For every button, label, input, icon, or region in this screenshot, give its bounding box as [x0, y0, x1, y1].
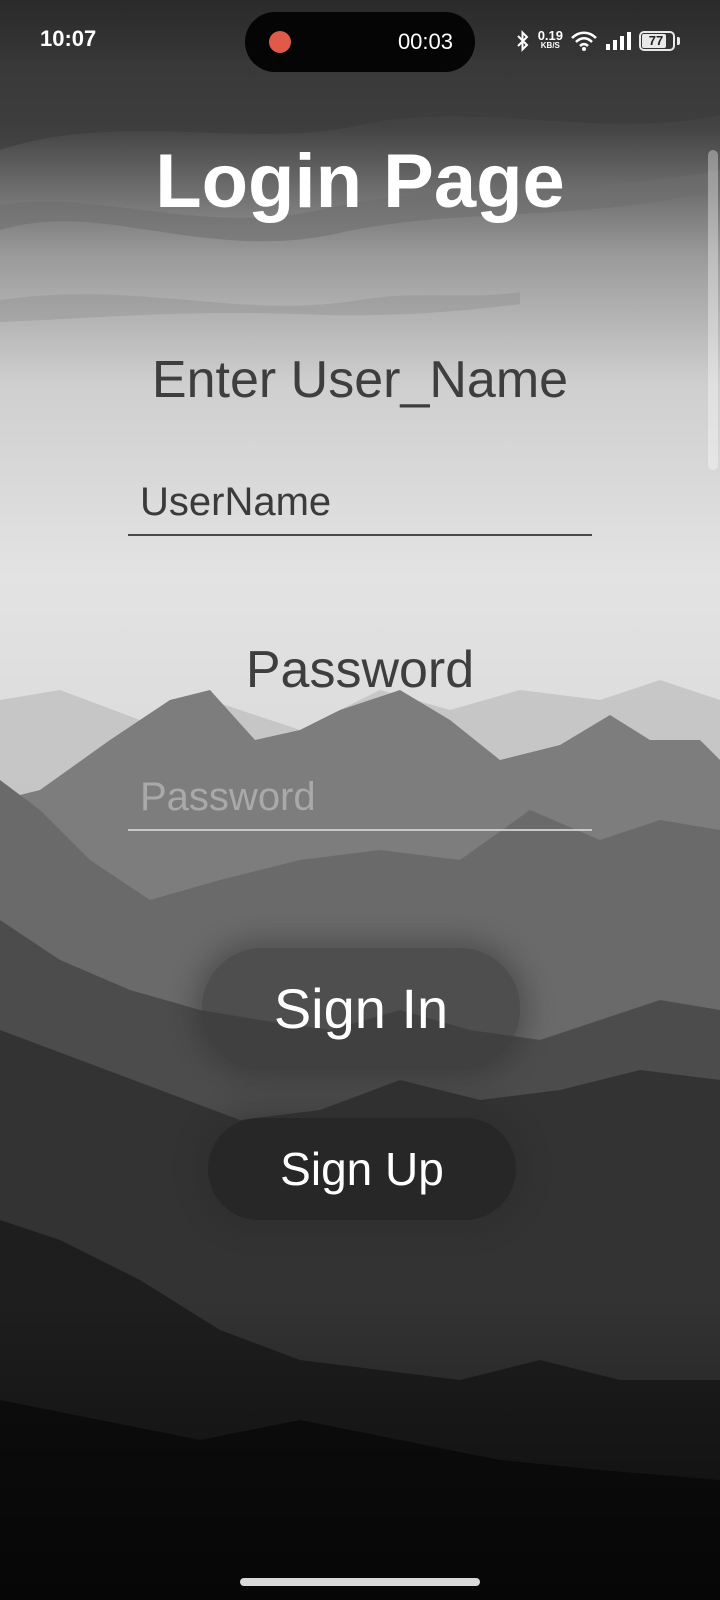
- status-time: 10:07: [40, 26, 97, 51]
- network-speed-value: 0.19: [537, 28, 563, 43]
- password-input[interactable]: Password: [128, 765, 592, 831]
- status-bar: 10:07 00:03 0.19 KB/S 77: [0, 0, 720, 84]
- bluetooth-icon: [516, 30, 529, 52]
- wifi-icon: [571, 31, 597, 51]
- page-title: Login Page: [155, 139, 565, 224]
- sign-up-button[interactable]: Sign Up: [208, 1118, 516, 1220]
- battery-cap: [677, 37, 680, 45]
- recording-dot-icon: [269, 31, 291, 53]
- password-label: Password: [245, 641, 475, 699]
- screen-recording-island[interactable]: 00:03: [245, 12, 475, 72]
- battery-level: 77: [648, 33, 664, 48]
- username-input[interactable]: UserName: [128, 470, 592, 536]
- network-speed: 0.19 KB/S: [537, 28, 563, 51]
- status-icons: 0.19 KB/S 77: [516, 26, 680, 56]
- username-label: Enter User_Name: [151, 351, 569, 409]
- battery-icon: 77: [639, 31, 675, 51]
- signal-icon: [606, 32, 631, 50]
- login-screen: 10:07 00:03 0.19 KB/S 77 Login Page Ente…: [0, 0, 720, 1600]
- recording-timer: 00:03: [397, 29, 453, 54]
- network-speed-unit: KB/S: [540, 41, 560, 50]
- home-indicator[interactable]: [240, 1578, 480, 1586]
- sign-in-button[interactable]: Sign In: [202, 948, 520, 1070]
